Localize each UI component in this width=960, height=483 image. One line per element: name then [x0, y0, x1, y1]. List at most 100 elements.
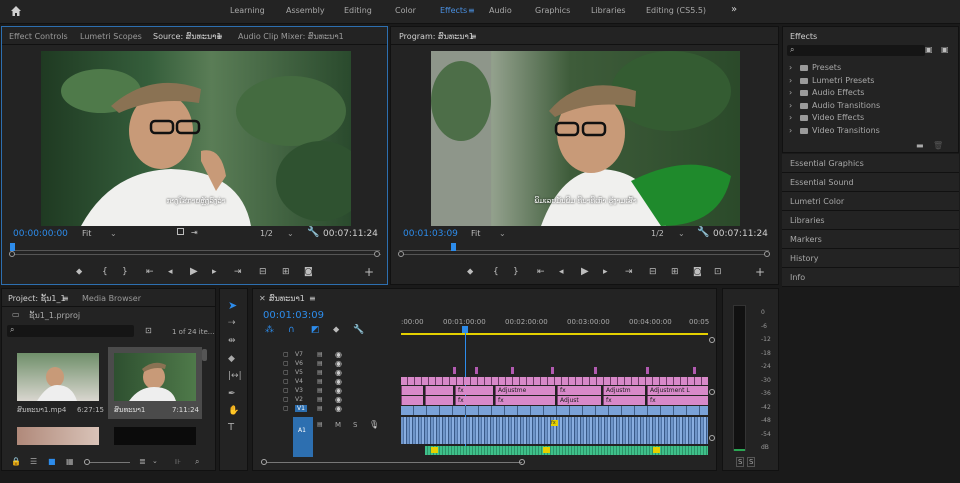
track-label[interactable]: V4 — [295, 378, 303, 385]
source-fit-chevron-icon[interactable]: ⌄ — [110, 229, 117, 238]
source-zoom-start-handle[interactable] — [9, 251, 15, 257]
chevron-right-icon[interactable]: › — [789, 88, 792, 97]
timeline-ruler[interactable]: :00:00 00:01:00:00 00:02:00:00 00:03:00:… — [401, 313, 709, 335]
program-ratio-select[interactable]: 1/2 — [651, 229, 664, 238]
workspace-learning[interactable]: Learning — [230, 6, 265, 15]
section-essential-graphics[interactable]: Essential Graphics — [782, 154, 959, 173]
work-area-bar[interactable] — [401, 333, 708, 335]
tab-media-browser[interactable]: Media Browser — [82, 294, 141, 303]
export-frame-icon[interactable]: ◙ — [304, 267, 313, 277]
workspace-graphics[interactable]: Graphics — [535, 6, 570, 15]
chevron-right-icon[interactable]: › — [789, 101, 792, 110]
source-playhead[interactable] — [10, 243, 15, 251]
program-ratio-chevron-icon[interactable]: ⌄ — [678, 229, 685, 238]
accelerated-effects-icon[interactable]: ▣ — [925, 45, 933, 54]
clip-area[interactable]: fx Adjustme fx Adjustm Adjustment L fx f… — [401, 351, 708, 461]
program-go-to-out-icon[interactable]: ⇥ — [625, 267, 633, 277]
track-header-a1[interactable]: A1 ▤ M S 🎙 — [283, 417, 398, 457]
program-fit-select[interactable]: Fit — [471, 229, 480, 238]
lock-icon[interactable]: 🔒 — [11, 457, 21, 466]
32bit-effects-icon[interactable]: ▣ — [941, 45, 949, 54]
step-forward-icon[interactable]: ▸ — [212, 267, 217, 277]
program-fit-chevron-icon[interactable]: ⌄ — [499, 229, 506, 238]
timeline-menu-icon[interactable]: ≡ — [309, 294, 316, 303]
freeform-view-icon[interactable]: ▦ — [66, 457, 74, 466]
source-zoom-end-handle[interactable] — [374, 251, 380, 257]
program-export-frame-icon[interactable]: ◙ — [693, 267, 702, 277]
workspace-color[interactable]: Color — [395, 6, 416, 15]
section-lumetri-color[interactable]: Lumetri Color — [782, 192, 959, 211]
program-mark-out-icon[interactable]: } — [513, 267, 519, 277]
button-editor-icon[interactable]: + — [364, 265, 374, 279]
track-sync-icon[interactable]: ▤ — [317, 369, 323, 376]
track-label[interactable]: V3 — [295, 387, 303, 394]
timeline-vscroll-mid[interactable] — [709, 389, 715, 395]
program-step-forward-icon[interactable]: ▸ — [603, 267, 608, 277]
chevron-right-icon[interactable]: › — [789, 76, 792, 85]
section-essential-sound[interactable]: Essential Sound — [782, 173, 959, 192]
mark-out-icon[interactable]: } — [122, 267, 128, 277]
track-lock-icon[interactable]: ▢ — [283, 405, 289, 412]
sort-icons-icon[interactable]: ≣ — [139, 457, 146, 466]
timeline-close-icon[interactable]: ✕ — [259, 294, 266, 303]
track-sync-icon[interactable]: ▤ — [317, 405, 323, 412]
microphone-icon[interactable]: 🎙 — [369, 420, 379, 429]
insert-icon[interactable]: ⊟ — [259, 267, 267, 277]
program-menu-icon[interactable]: ≡ — [470, 32, 477, 41]
program-zoom-end-handle[interactable] — [764, 251, 770, 257]
type-tool-icon[interactable]: T — [228, 422, 234, 433]
mark-in-icon[interactable]: { — [102, 267, 108, 277]
chevron-right-icon[interactable]: › — [789, 63, 792, 72]
extract-icon[interactable]: ⊞ — [671, 267, 679, 277]
track-sync-icon[interactable]: ▤ — [317, 387, 323, 394]
project-scrollbar[interactable] — [202, 349, 207, 361]
project-item-1[interactable]: ສົນທະນາ1.mp4 6:27:15 — [11, 347, 105, 419]
effects-folder-video-effects[interactable]: › Video Effects — [789, 113, 949, 124]
workspace-menu-icon[interactable]: ≡ — [468, 6, 475, 15]
track-header-v1[interactable]: ▢ V1 ▤ ◉ — [283, 404, 398, 414]
workspace-editing-cs55[interactable]: Editing (CS5.5) — [646, 6, 706, 15]
tab-audio-clip-mixer[interactable]: Audio Clip Mixer: ສົນທະນາ1 — [238, 32, 344, 41]
comparison-view-icon[interactable]: ⊡ — [714, 267, 722, 277]
track-label[interactable]: V5 — [295, 369, 303, 376]
automate-icon[interactable]: ⊪ — [175, 458, 181, 466]
slip-tool-icon[interactable]: |↔| — [228, 371, 242, 381]
track-lock-icon[interactable]: ▢ — [283, 360, 289, 367]
program-playhead[interactable] — [451, 243, 456, 251]
ripple-edit-icon[interactable]: ⇹ — [228, 336, 236, 346]
eye-icon[interactable]: ◉ — [335, 377, 342, 386]
track-lock-icon[interactable]: ▢ — [283, 351, 289, 358]
program-go-to-in-icon[interactable]: ⇤ — [537, 267, 545, 277]
program-button-editor-icon[interactable]: + — [755, 265, 765, 279]
effects-folder-audio-transitions[interactable]: › Audio Transitions — [789, 101, 949, 112]
green-audio-track[interactable] — [425, 446, 708, 455]
source-menu-icon[interactable]: ≡ — [216, 32, 223, 41]
list-view-icon[interactable]: ☰ — [30, 457, 37, 466]
sort-chevron-icon[interactable]: ⌄ — [152, 457, 158, 465]
tab-timeline[interactable]: ສົນທະນາ1 — [269, 294, 305, 303]
track-label[interactable]: V6 — [295, 360, 303, 367]
track-label[interactable]: V7 — [295, 351, 303, 358]
workspace-assembly[interactable]: Assembly — [286, 6, 325, 15]
timeline-settings-icon[interactable]: 🔧 — [353, 325, 364, 335]
track-lock-icon[interactable]: ▢ — [283, 378, 289, 385]
timeline-vscroll-bottom[interactable] — [709, 435, 715, 441]
more-workspaces-icon[interactable]: » — [731, 4, 737, 15]
track-select-icon[interactable]: ⇢ — [228, 318, 236, 328]
solo-left-button[interactable]: S — [736, 457, 745, 467]
mute-button[interactable]: M — [335, 421, 341, 429]
source-ratio-chevron-icon[interactable]: ⌄ — [287, 229, 294, 238]
workspace-effects[interactable]: Effects — [440, 6, 467, 15]
razor-tool-icon[interactable]: ◆ — [228, 354, 235, 364]
track-sync-icon[interactable]: ▤ — [317, 421, 323, 428]
track-lock-icon[interactable]: ▢ — [283, 369, 289, 376]
program-timecode[interactable]: 00:01:03:09 — [403, 229, 458, 239]
program-mark-in-icon[interactable]: { — [493, 267, 499, 277]
project-thumb-3[interactable] — [17, 427, 99, 445]
overwrite-icon[interactable]: ⊞ — [282, 267, 290, 277]
track-label[interactable]: V2 — [295, 396, 303, 403]
tab-project[interactable]: Project: ຊັ້ນ1_1 — [8, 294, 66, 303]
eye-icon[interactable]: ◉ — [335, 395, 342, 404]
tab-lumetri-scopes[interactable]: Lumetri Scopes — [80, 32, 142, 41]
track-lock-icon[interactable]: ▢ — [283, 396, 289, 403]
